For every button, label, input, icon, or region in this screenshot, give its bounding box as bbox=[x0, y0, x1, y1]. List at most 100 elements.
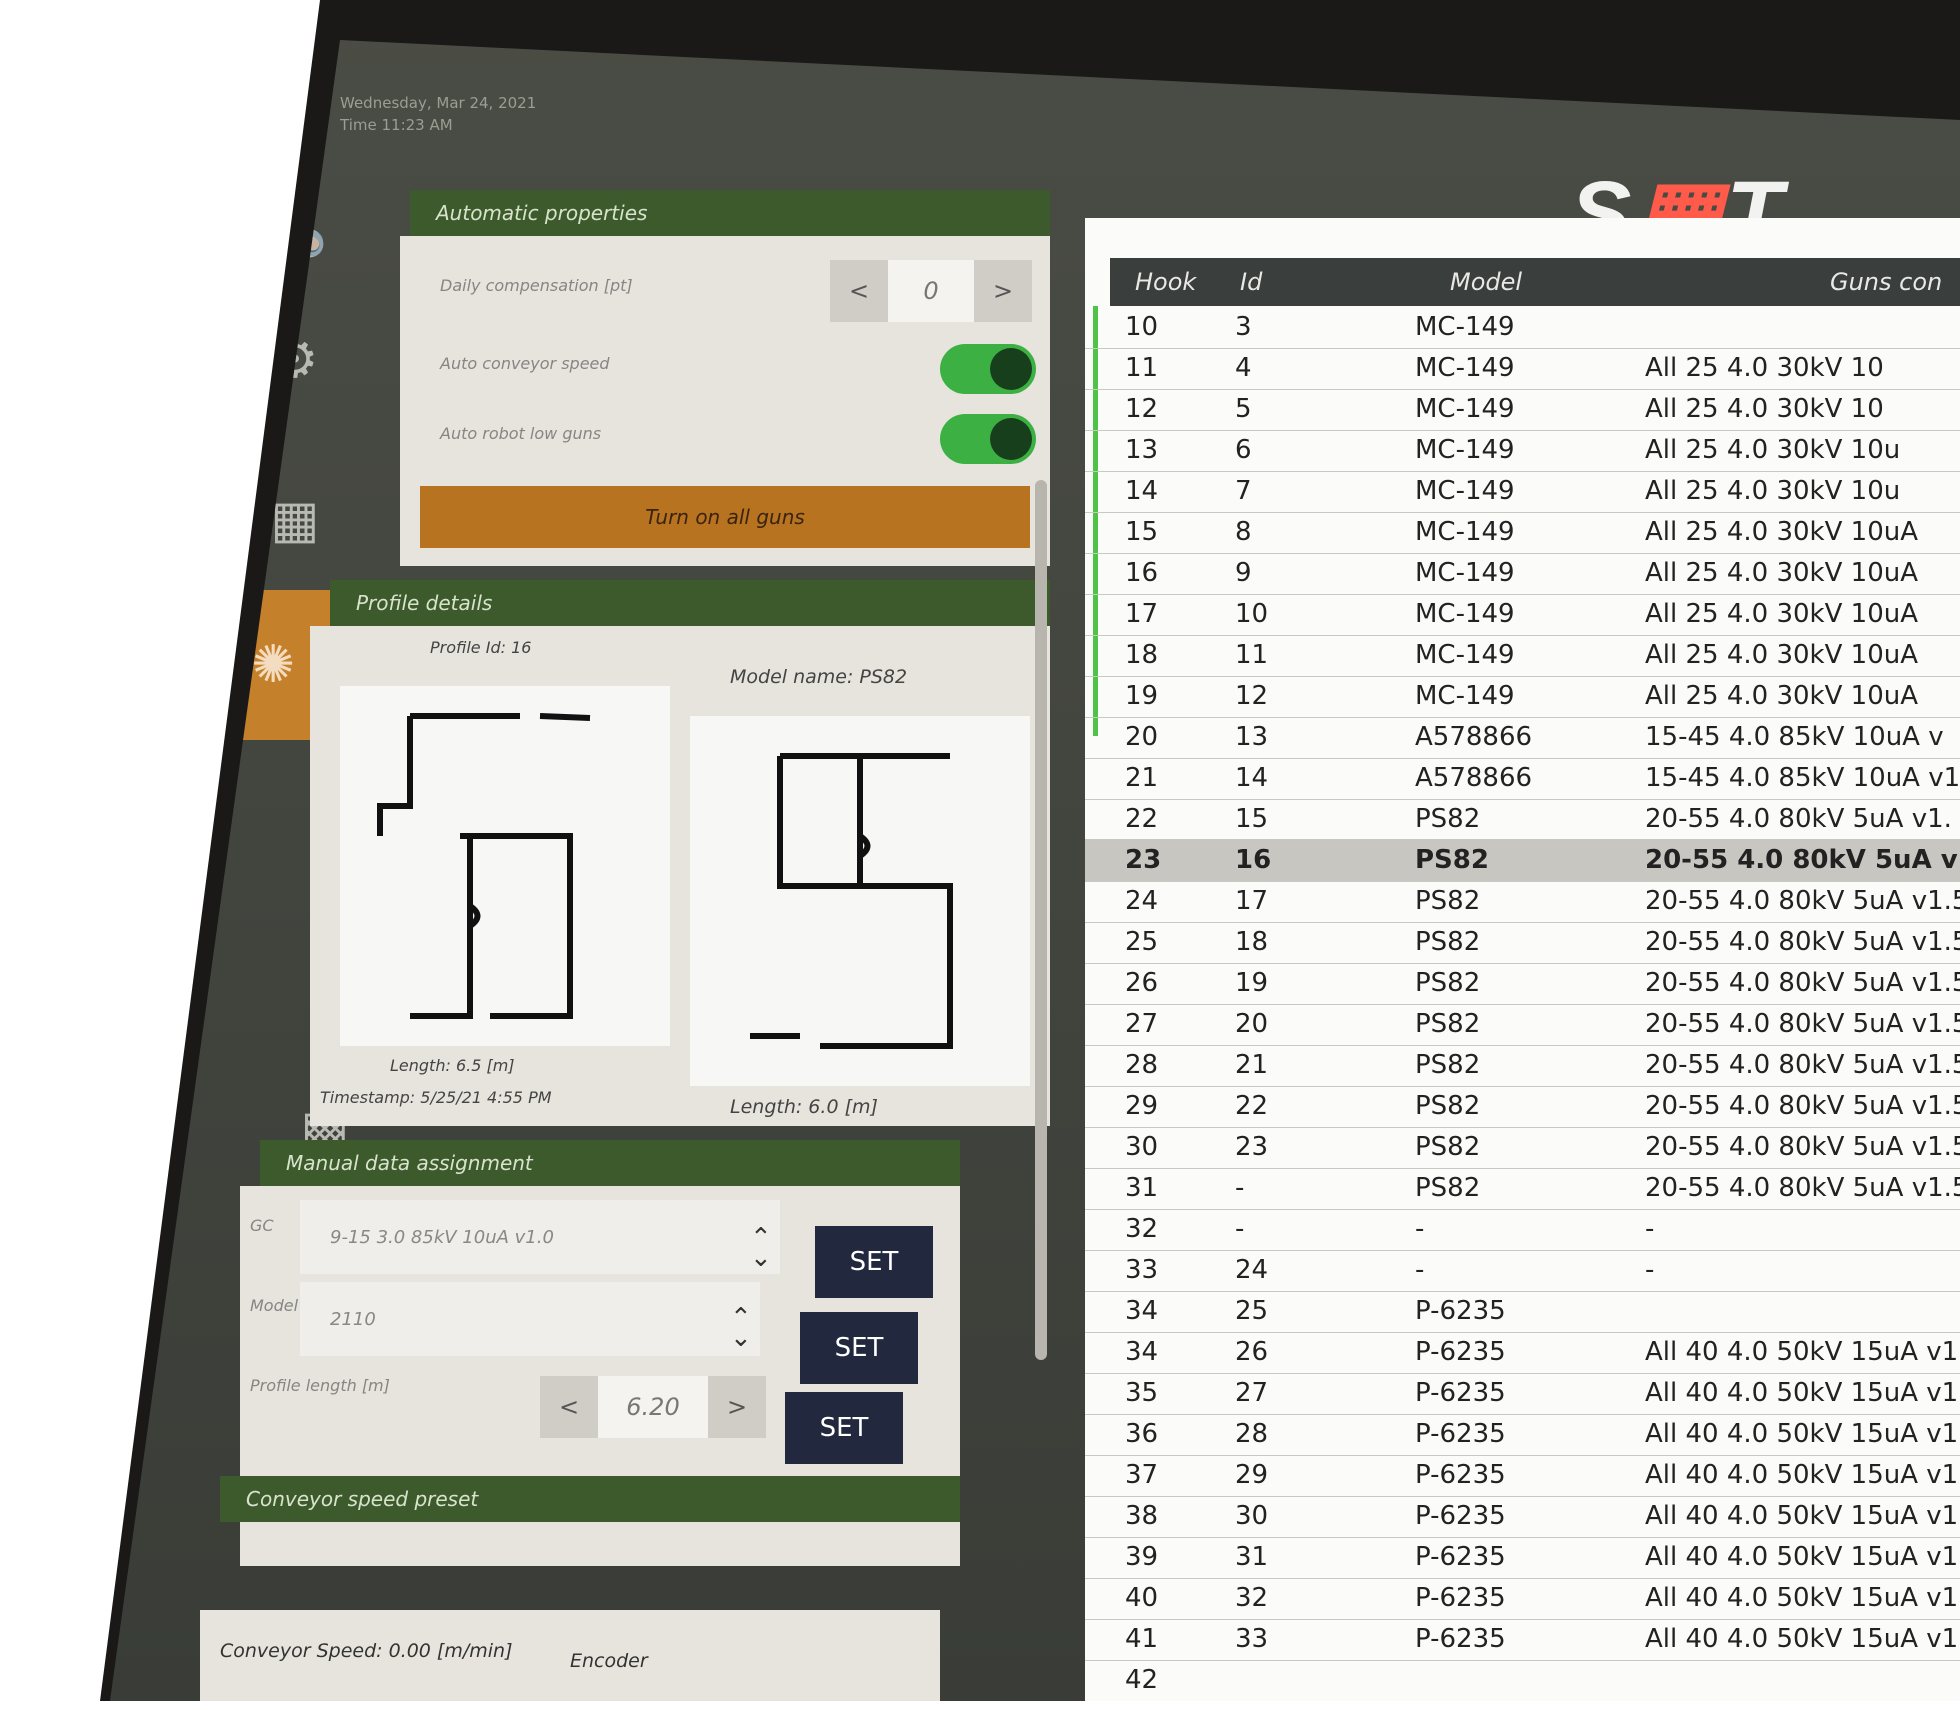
cell-hook: 26 bbox=[1125, 968, 1159, 998]
table-row[interactable]: 23 16 PS82 20-55 4.0 80kV 5uA v1.5 bbox=[1085, 839, 1960, 882]
section-automatic-title: Automatic properties bbox=[410, 190, 1050, 236]
table-row[interactable]: 30 23 PS82 20-55 4.0 80kV 5uA v1.5 bbox=[1085, 1126, 1960, 1169]
left-panel-scrollbar[interactable] bbox=[1035, 480, 1047, 1360]
table-header: Hook Id Model Guns con bbox=[1110, 258, 1960, 306]
table-row[interactable]: 28 21 PS82 20-55 4.0 80kV 5uA v1.5 bbox=[1085, 1044, 1960, 1087]
table-row[interactable]: 25 18 PS82 20-55 4.0 80kV 5uA v1.5 bbox=[1085, 921, 1960, 964]
table-row[interactable]: 18 11 MC-149 All 25 4.0 30kV 10uA bbox=[1085, 634, 1960, 677]
table-row[interactable]: 38 30 P-6235 All 40 4.0 50kV 15uA v1.5 bbox=[1085, 1495, 1960, 1538]
cell-hook: 41 bbox=[1125, 1624, 1159, 1654]
cell-id: 12 bbox=[1235, 681, 1269, 711]
daily-comp-decrement[interactable]: < bbox=[830, 260, 888, 322]
table-row[interactable]: 42 bbox=[1085, 1659, 1960, 1701]
table-row[interactable]: 22 15 PS82 20-55 4.0 80kV 5uA v1. bbox=[1085, 798, 1960, 841]
cell-hook: 12 bbox=[1125, 394, 1159, 424]
table-row[interactable]: 21 14 A578866 15-45 4.0 85kV 10uA v1 bbox=[1085, 757, 1960, 800]
table-row[interactable]: 26 19 PS82 20-55 4.0 80kV 5uA v1.5 bbox=[1085, 962, 1960, 1005]
table-row[interactable]: 20 13 A578866 15-45 4.0 85kV 10uA v bbox=[1085, 716, 1960, 759]
cell-id: 26 bbox=[1235, 1337, 1269, 1367]
toggle-knob bbox=[990, 348, 1032, 390]
table-row[interactable]: 29 22 PS82 20-55 4.0 80kV 5uA v1.5 bbox=[1085, 1085, 1960, 1128]
table-row[interactable]: 27 20 PS82 20-55 4.0 80kV 5uA v1.5 bbox=[1085, 1003, 1960, 1046]
cell-guns: All 25 4.0 30kV 10uA bbox=[1645, 640, 1918, 670]
cell-hook: 32 bbox=[1125, 1214, 1159, 1244]
cell-hook: 16 bbox=[1125, 558, 1159, 588]
table-row[interactable]: 36 28 P-6235 All 40 4.0 50kV 15uA v1.5 bbox=[1085, 1413, 1960, 1456]
cell-hook: 22 bbox=[1125, 804, 1159, 834]
table-row[interactable]: 11 4 MC-149 All 25 4.0 30kV 10 bbox=[1085, 347, 1960, 390]
set-gc-button[interactable]: SET bbox=[815, 1226, 933, 1298]
table-row[interactable]: 13 6 MC-149 All 25 4.0 30kV 10u bbox=[1085, 429, 1960, 472]
table-row[interactable]: 12 5 MC-149 All 25 4.0 30kV 10 bbox=[1085, 388, 1960, 431]
cell-model: P-6235 bbox=[1415, 1337, 1506, 1367]
col-guns[interactable]: Guns con bbox=[1830, 268, 1942, 296]
cell-hook: 13 bbox=[1125, 435, 1159, 465]
cell-guns: - bbox=[1645, 1214, 1655, 1244]
cell-model: A578866 bbox=[1415, 763, 1533, 793]
cell-guns: 20-55 4.0 80kV 5uA v1.5 bbox=[1645, 1050, 1960, 1080]
cell-guns: All 40 4.0 50kV 15uA v1.5 bbox=[1645, 1337, 1960, 1367]
cell-id: 28 bbox=[1235, 1419, 1269, 1449]
table-row[interactable]: 40 32 P-6235 All 40 4.0 50kV 15uA v1.5 bbox=[1085, 1577, 1960, 1620]
cell-id: 10 bbox=[1235, 599, 1269, 629]
daily-comp-increment[interactable]: > bbox=[974, 260, 1032, 322]
cell-guns: All 25 4.0 30kV 10 bbox=[1645, 394, 1884, 424]
cell-hook: 24 bbox=[1125, 886, 1159, 916]
cell-id: 15 bbox=[1235, 804, 1269, 834]
auto-robot-toggle[interactable] bbox=[940, 414, 1036, 464]
table-row[interactable]: 17 10 MC-149 All 25 4.0 30kV 10uA bbox=[1085, 593, 1960, 636]
model-select[interactable]: 2110 bbox=[300, 1282, 760, 1356]
table-row[interactable]: 31 - PS82 20-55 4.0 80kV 5uA v1.5 bbox=[1085, 1167, 1960, 1210]
daily-comp-stepper: < 0 > bbox=[830, 260, 1032, 322]
cell-id: - bbox=[1235, 1214, 1245, 1244]
cell-guns: All 40 4.0 50kV 15uA v1.5 bbox=[1645, 1583, 1960, 1613]
left-length-text: Length: 6.5 [m] bbox=[390, 1056, 515, 1075]
cell-guns: 15-45 4.0 85kV 10uA v bbox=[1645, 722, 1944, 752]
table-row[interactable]: 33 24 - - bbox=[1085, 1249, 1960, 1292]
table-row[interactable]: 14 7 MC-149 All 25 4.0 30kV 10u bbox=[1085, 470, 1960, 513]
table-row[interactable]: 37 29 P-6235 All 40 4.0 50kV 15uA v1.5 bbox=[1085, 1454, 1960, 1497]
table-row[interactable]: 41 33 P-6235 All 40 4.0 50kV 15uA v1.5 bbox=[1085, 1618, 1960, 1661]
cell-id: 20 bbox=[1235, 1009, 1269, 1039]
table-row[interactable]: 16 9 MC-149 All 25 4.0 30kV 10uA bbox=[1085, 552, 1960, 595]
col-id[interactable]: Id bbox=[1240, 268, 1262, 296]
turn-on-all-guns-button[interactable]: Turn on all guns bbox=[420, 486, 1030, 548]
cell-hook: 20 bbox=[1125, 722, 1159, 752]
cell-guns: 20-55 4.0 80kV 5uA v1.5 bbox=[1645, 1009, 1960, 1039]
cell-guns: 20-55 4.0 80kV 5uA v1.5 bbox=[1645, 1091, 1960, 1121]
toggle-knob bbox=[990, 418, 1032, 460]
set-model-button[interactable]: SET bbox=[800, 1312, 918, 1384]
table-row[interactable]: 34 25 P-6235 bbox=[1085, 1290, 1960, 1333]
cell-model: PS82 bbox=[1415, 1009, 1481, 1039]
cell-hook: 27 bbox=[1125, 1009, 1159, 1039]
cell-guns: All 40 4.0 50kV 15uA v1.5 bbox=[1645, 1624, 1960, 1654]
section-manual-title: Manual data assignment bbox=[260, 1140, 960, 1186]
table-row[interactable]: 39 31 P-6235 All 40 4.0 50kV 15uA v1.5 bbox=[1085, 1536, 1960, 1579]
auto-conveyor-toggle[interactable] bbox=[940, 344, 1036, 394]
table-row[interactable]: 24 17 PS82 20-55 4.0 80kV 5uA v1.5 bbox=[1085, 880, 1960, 923]
gc-updown-icon[interactable]: ⌃ ⌄ bbox=[750, 1225, 772, 1271]
profile-length-decrement[interactable]: < bbox=[540, 1376, 598, 1438]
table-row[interactable]: 34 26 P-6235 All 40 4.0 50kV 15uA v1.5 bbox=[1085, 1331, 1960, 1374]
gc-select[interactable]: 9-15 3.0 85kV 10uA v1.0 bbox=[300, 1200, 780, 1274]
cell-hook: 40 bbox=[1125, 1583, 1159, 1613]
daily-comp-value[interactable]: 0 bbox=[888, 260, 974, 322]
model-name-text: Model name: PS82 bbox=[730, 666, 908, 688]
col-hook[interactable]: Hook bbox=[1135, 268, 1196, 296]
col-model[interactable]: Model bbox=[1450, 268, 1522, 296]
model-updown-icon[interactable]: ⌃ ⌄ bbox=[730, 1305, 752, 1351]
right-length-text: Length: 6.0 [m] bbox=[730, 1096, 878, 1118]
table-row[interactable]: 32 - - - bbox=[1085, 1208, 1960, 1251]
cell-hook: 31 bbox=[1125, 1173, 1159, 1203]
profile-length-increment[interactable]: > bbox=[708, 1376, 766, 1438]
cell-id: 18 bbox=[1235, 927, 1269, 957]
table-row[interactable]: 15 8 MC-149 All 25 4.0 30kV 10uA bbox=[1085, 511, 1960, 554]
cell-guns: All 40 4.0 50kV 15uA v1.5 bbox=[1645, 1419, 1960, 1449]
table-row[interactable]: 35 27 P-6235 All 40 4.0 50kV 15uA v1.5 bbox=[1085, 1372, 1960, 1415]
table-row[interactable]: 19 12 MC-149 All 25 4.0 30kV 10uA bbox=[1085, 675, 1960, 718]
profile-length-value[interactable]: 6.20 bbox=[598, 1376, 708, 1438]
set-length-button[interactable]: SET bbox=[785, 1392, 903, 1464]
cell-id: 8 bbox=[1235, 517, 1252, 547]
cell-guns: All 25 4.0 30kV 10uA bbox=[1645, 558, 1918, 588]
table-row[interactable]: 10 3 MC-149 bbox=[1085, 306, 1960, 349]
